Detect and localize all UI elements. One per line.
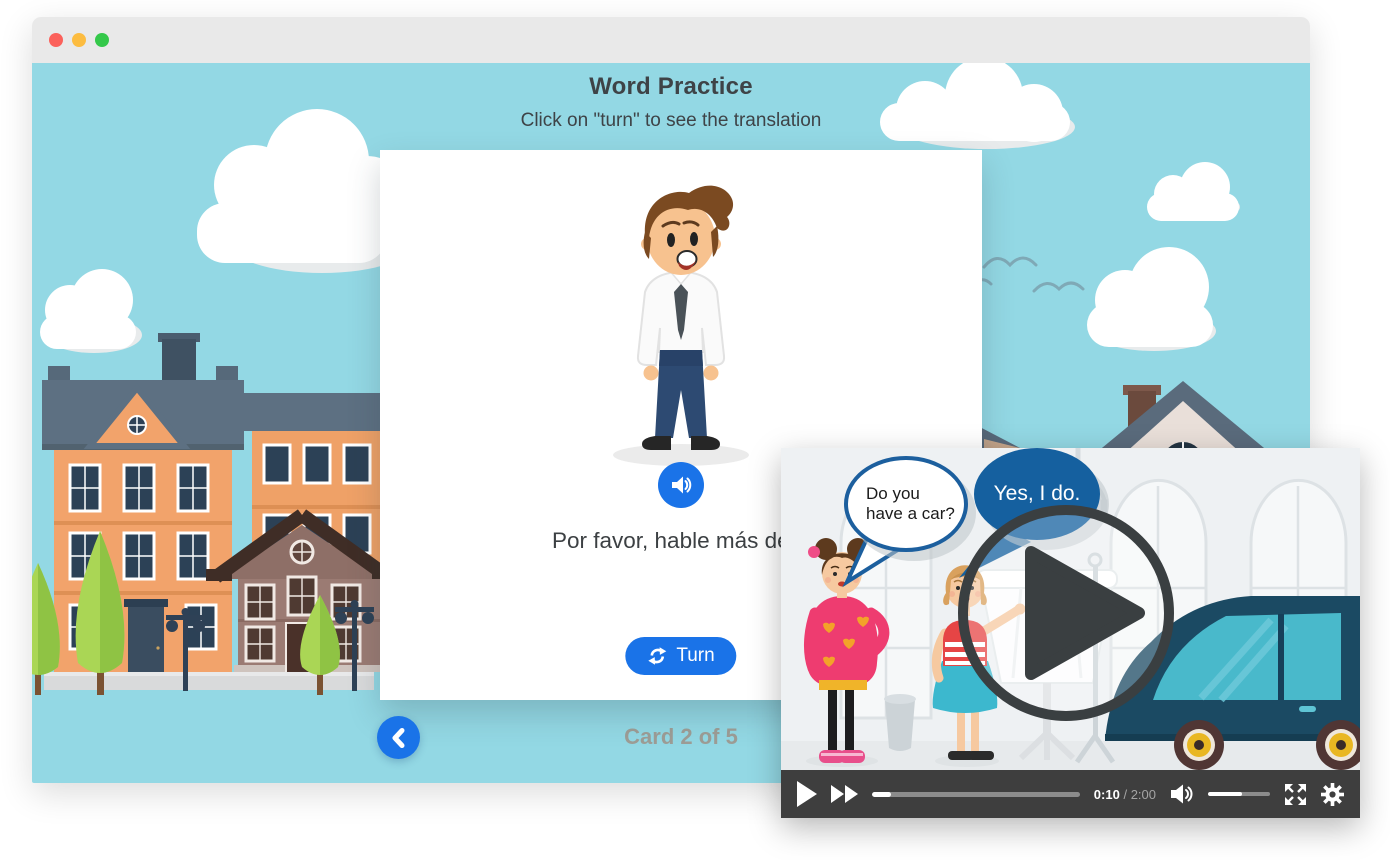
settings-button[interactable] <box>1321 783 1344 806</box>
video-controls-bar: 0:10 / 2:00 <box>781 770 1360 818</box>
birds-icon <box>973 258 1083 291</box>
speech-bubble-text: Do you have a car? <box>856 484 956 524</box>
screenshot-stage: Word Practice Click on "turn" to see the… <box>0 0 1390 860</box>
traffic-light-minimize-icon[interactable] <box>72 33 86 47</box>
time-display: 0:10 / 2:00 <box>1094 787 1156 802</box>
fullscreen-icon <box>1284 783 1307 806</box>
gear-icon <box>1321 783 1344 806</box>
time-current: 0:10 <box>1094 787 1120 802</box>
traffic-light-close-icon[interactable] <box>49 33 63 47</box>
speaker-icon <box>669 473 693 497</box>
page-subtitle: Click on "turn" to see the translation <box>32 110 1310 132</box>
cloud <box>1087 247 1216 351</box>
refresh-icon <box>647 646 667 666</box>
turn-button-label: Turn <box>676 645 714 667</box>
cloud <box>40 269 142 353</box>
audio-button[interactable] <box>658 462 704 508</box>
cartoon-man-illustration <box>581 160 781 473</box>
cloud <box>1147 162 1240 221</box>
building-orange <box>42 333 244 685</box>
play-overlay-button[interactable] <box>951 498 1181 728</box>
speech-bubble-question: Do you have a car? <box>844 456 968 552</box>
turn-button[interactable]: Turn <box>625 637 736 675</box>
plant <box>884 694 916 751</box>
fast-forward-icon <box>831 785 858 803</box>
play-button[interactable] <box>797 781 817 807</box>
window-titlebar <box>32 17 1310 63</box>
volume-icon <box>1170 783 1194 805</box>
traffic-light-zoom-icon[interactable] <box>95 33 109 47</box>
page-title: Word Practice <box>32 73 1310 101</box>
volume-slider[interactable] <box>1208 792 1270 796</box>
fast-forward-button[interactable] <box>831 785 858 803</box>
chevron-left-icon <box>386 725 412 751</box>
video-player: Do you have a car? Yes, I do. <box>781 448 1360 818</box>
back-button[interactable] <box>377 716 420 759</box>
page-header: Word Practice Click on "turn" to see the… <box>32 73 1310 132</box>
volume-button[interactable] <box>1170 783 1194 805</box>
video-scene[interactable]: Do you have a car? Yes, I do. <box>781 448 1360 770</box>
progress-bar[interactable] <box>872 792 1080 797</box>
volume-fill <box>1208 792 1242 796</box>
progress-fill <box>872 792 891 797</box>
time-total: 2:00 <box>1131 787 1156 802</box>
play-icon <box>797 781 817 807</box>
fullscreen-button[interactable] <box>1284 783 1307 806</box>
